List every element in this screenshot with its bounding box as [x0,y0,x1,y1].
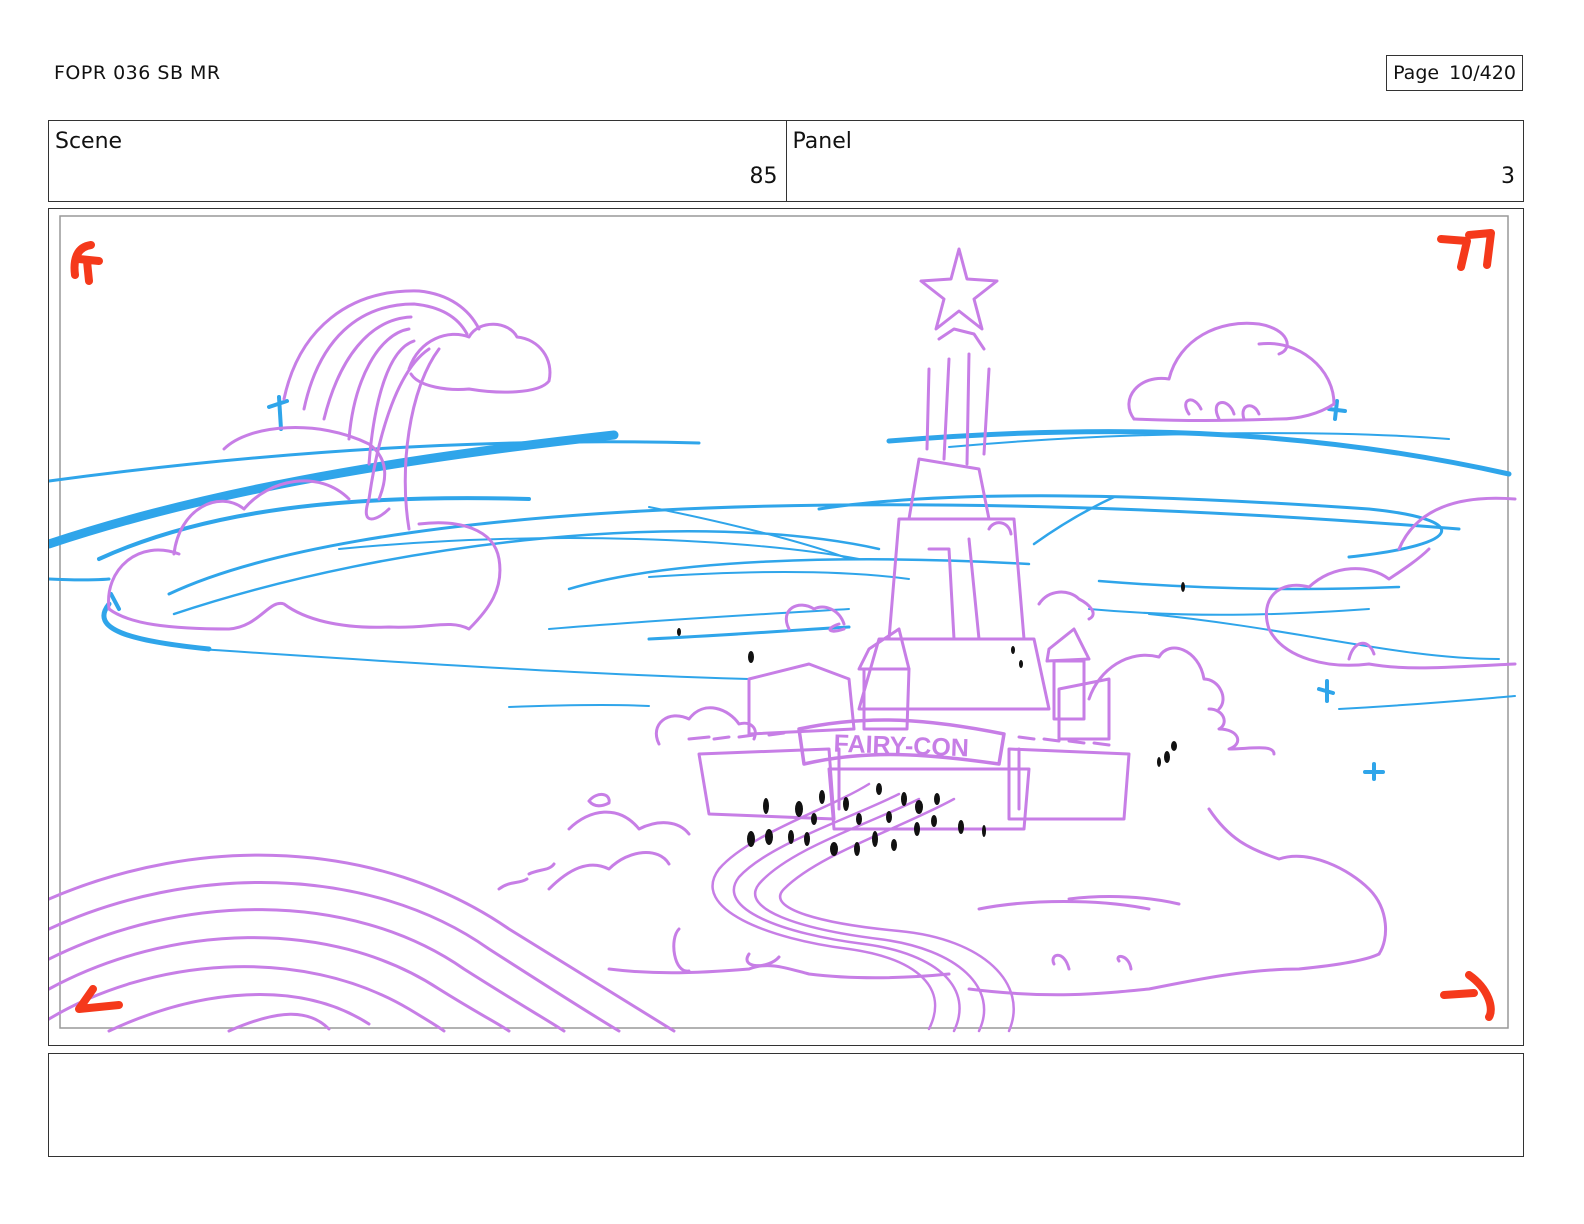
banner-text: FAIRY-CON [833,730,969,763]
scene-number: 85 [749,164,778,189]
corner-marks [70,229,1495,1021]
scene-label: Scene [55,129,123,154]
panel-cell: Panel 3 [785,121,1524,201]
document-title: FOPR 036 SB MR [54,62,221,84]
page-label: Page [1393,62,1440,84]
panel-label: Panel [792,129,852,154]
corner-mark-top-right [1437,229,1495,271]
page-number: 10/420 [1449,62,1516,84]
corner-mark-bottom-left [75,985,123,1013]
notes-area[interactable] [48,1053,1524,1157]
sketch-lines [49,247,1517,1033]
storyboard-panel: FAIRY-CON [48,208,1524,1046]
corner-mark-top-left [70,241,103,285]
safe-frame [59,215,1509,1029]
panel-number: 3 [1501,164,1515,189]
page-indicator: Page 10/420 [1386,55,1523,91]
sketch-drawing: FAIRY-CON [49,215,1517,1033]
scene-cell: Scene 85 [49,121,786,201]
corner-mark-bottom-right [1440,971,1495,1021]
scene-panel-info: Scene 85 Panel 3 [48,120,1524,202]
wind-streaks [49,429,1516,710]
